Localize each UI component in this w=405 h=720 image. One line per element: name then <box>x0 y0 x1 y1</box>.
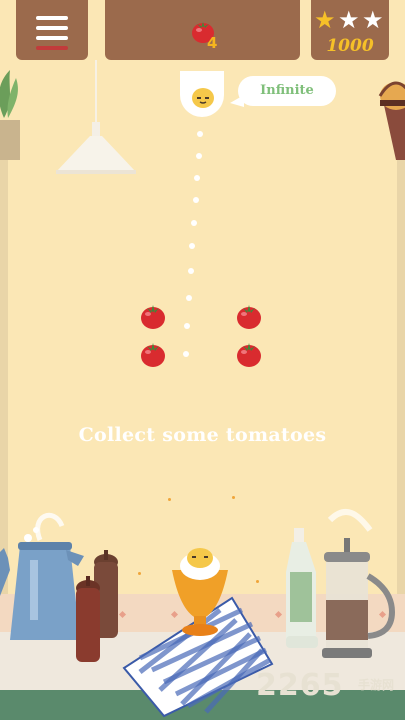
game-scene[interactable]: 4 ★ ★ ★ 1000 Infinite Collect some tomat… <box>0 0 405 720</box>
pepper-mill-icon <box>76 550 118 662</box>
watermark-subtitle: 手游网 <box>358 678 395 692</box>
kettle-icon <box>0 512 84 640</box>
kitchen-props <box>0 508 396 718</box>
watermark-logo: 2265 <box>256 668 344 703</box>
oil-bottle-icon <box>286 528 318 648</box>
french-press-icon <box>322 508 396 658</box>
